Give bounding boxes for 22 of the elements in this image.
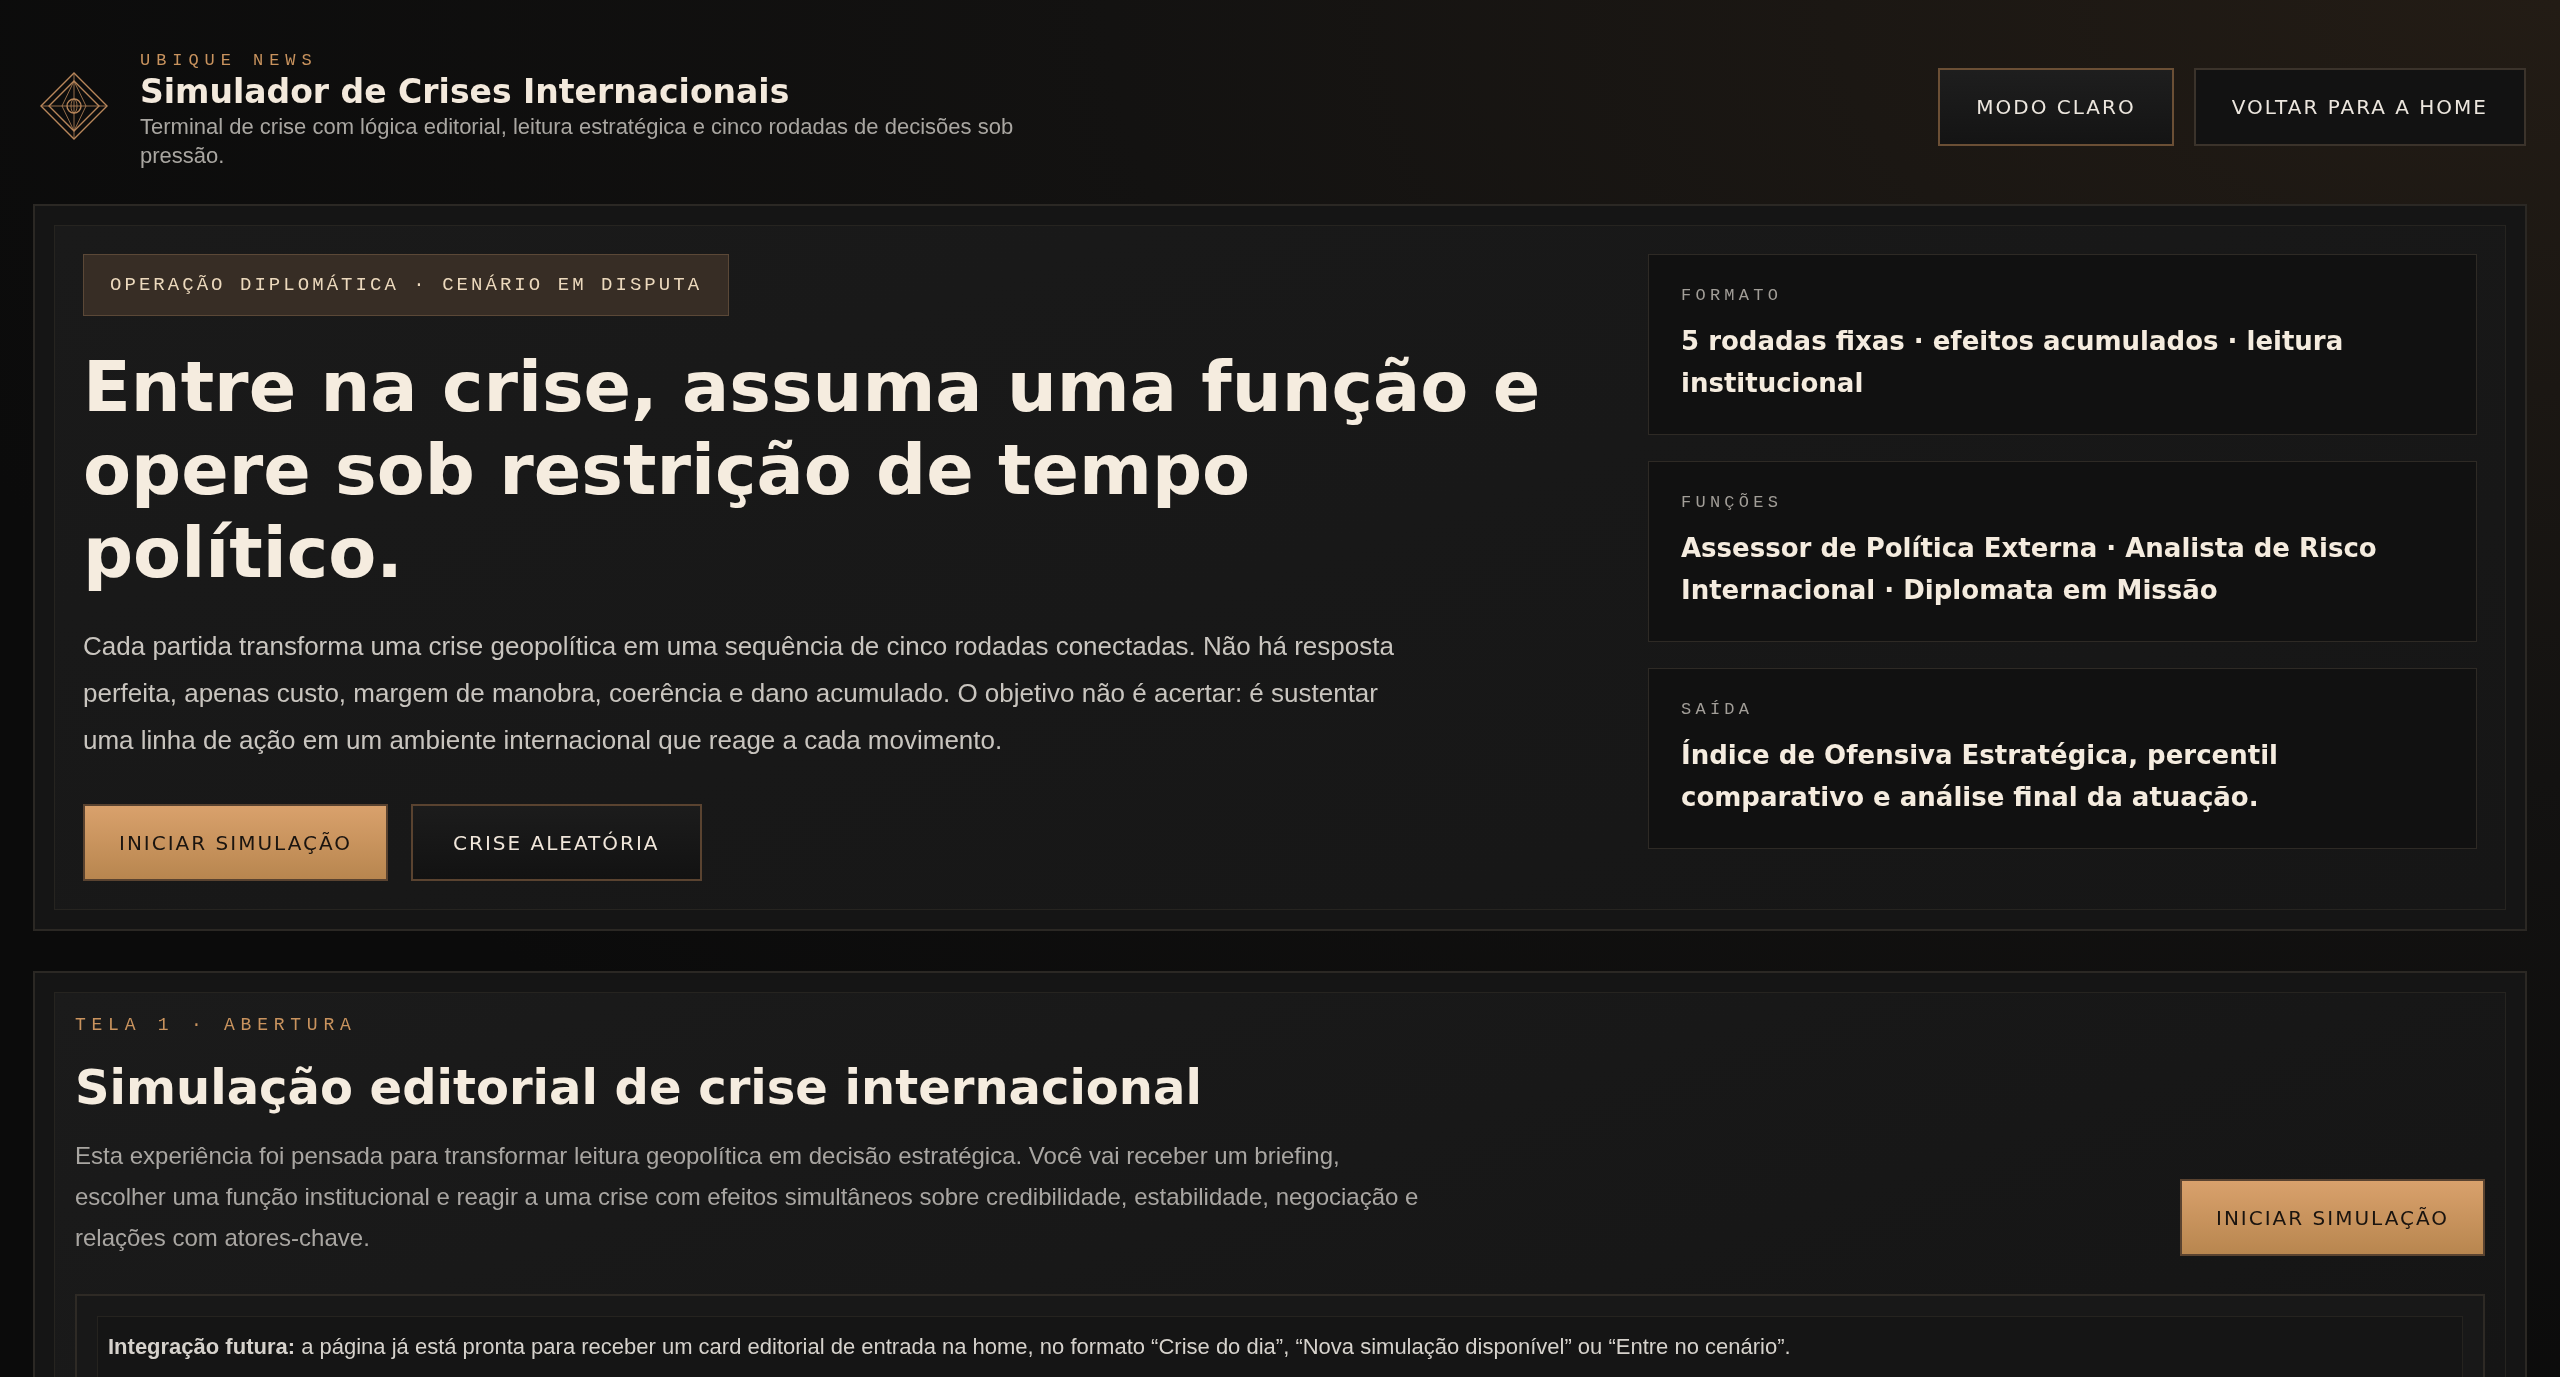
header-button[interactable]: MODO CLARO (1938, 68, 2174, 146)
info-value: Assessor de Política Externa · Analista de Risco Internacional · Diplomata em Missão (1681, 532, 2378, 607)
info-label: SAÍDA (1681, 700, 1755, 720)
brand-eyebrow: UBIQUE NEWS (140, 50, 319, 72)
info-value: 5 rodadas fixas · efeitos acumulados · leitura institucional (1681, 325, 2345, 400)
app-title: Simulador de Crises Internacionais (140, 72, 791, 112)
hero-headline: Entre na crise, assuma uma função e opere sob restrição de tempo político. (83, 346, 1542, 595)
info-value: Índice de Ofensiva Estratégica, percentil comparativo e análise final da atuação. (1681, 738, 2279, 814)
intro-title: Simulação editorial de crise internacional (75, 1058, 1202, 1117)
header-button[interactable]: VOLTAR PARA A HOME (2193, 68, 2526, 146)
info-label: FUNÇÕES (1681, 493, 1784, 513)
intro-description: Esta experiência foi pensada para transformar leitura geopolítica em decisão estratégica. Você vai receber um briefing, escolher uma função institucional e reagir a uma crise com efeitos simultâneos sobre credibilidade, estabilidade, negociação e relações com atores-chave. (75, 1141, 1420, 1253)
diamond-globe-logo-icon (40, 72, 108, 140)
scenario-badge: OPERAÇÃO DIPLOMÁTICA · CENÁRIO EM DISPUTA (83, 254, 730, 316)
random-button[interactable]: CRISE ALEATÓRIA (411, 804, 702, 881)
integration-note: Integração futura: a página já está pronta para receber um card editorial de entrada na home, no formato “Crise do dia”, “Nova simulação disponível” ou “Entre no cenário”. (108, 1333, 1792, 1361)
info-label: FORMATO (1681, 286, 1784, 306)
screen-eyebrow: TELA 1 · ABERTURA (75, 1015, 357, 1035)
hero-description: Cada partida transforma uma crise geopolítica em uma sequência de cinco rodadas conectadas. Não há resposta perfeita, apenas custo, margem de manobra, coerência e dano acumulado. O objetivo não é acertar: é sustentar uma linha de ação em um ambiente internacional que reage a cada movimento. (83, 630, 1395, 757)
app-subtitle: Terminal de crise com lógica editorial, leitura estratégica e cinco rodadas de decisões sob pressão. (140, 113, 1015, 170)
start-button[interactable]: INICIAR SIMULAÇÃO (83, 804, 388, 881)
start-button[interactable]: INICIAR SIMULAÇÃO (2180, 1179, 2485, 1256)
